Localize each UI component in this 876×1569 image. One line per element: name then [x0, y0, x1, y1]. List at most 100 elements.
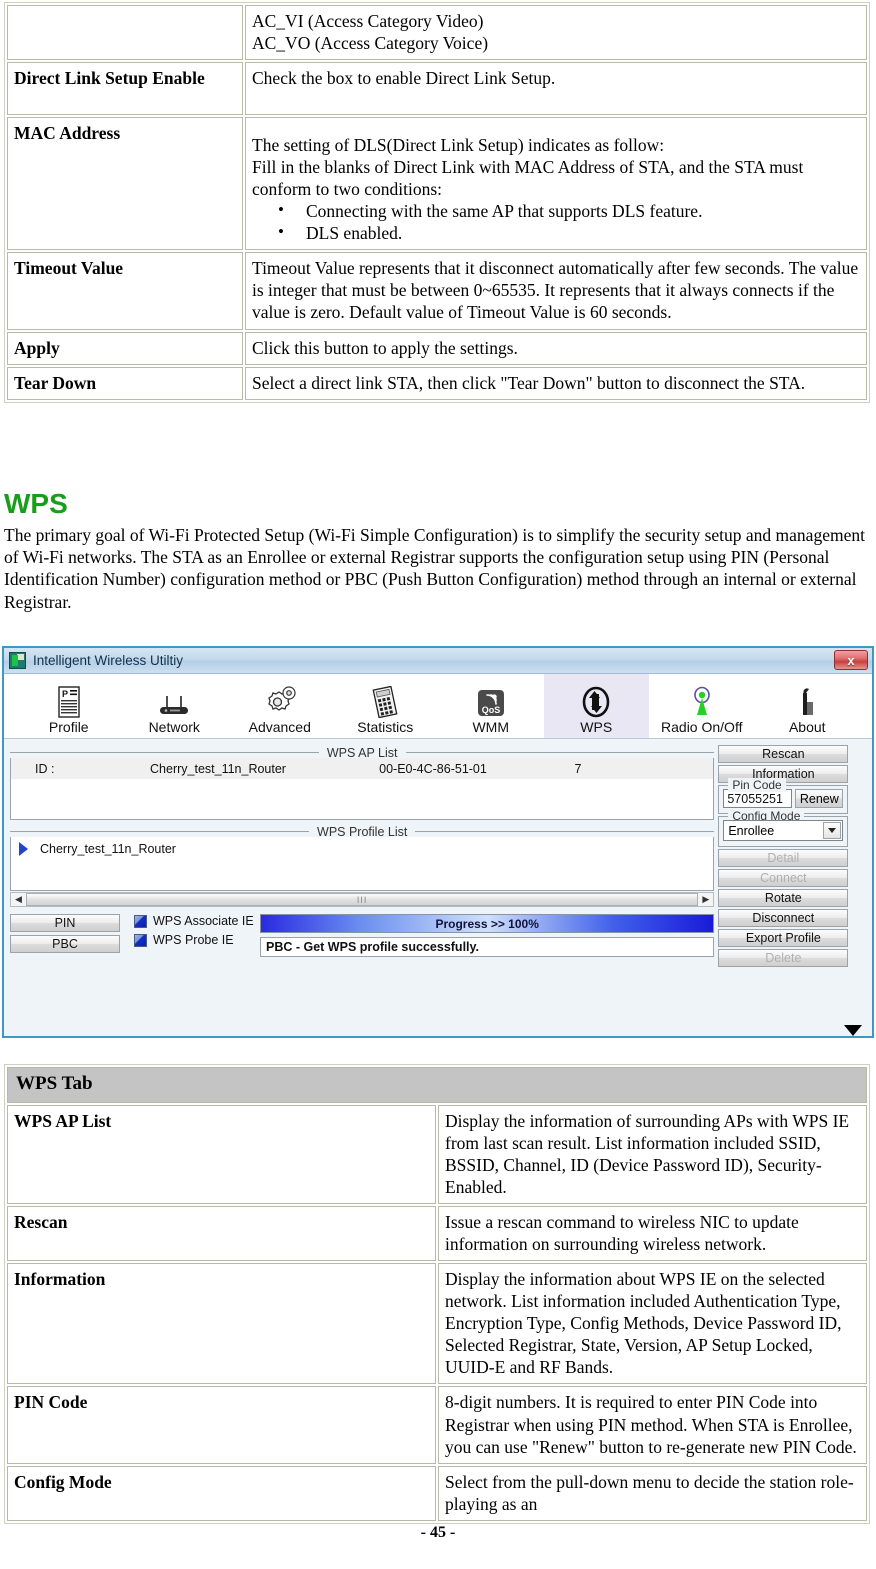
config-mode-select[interactable]: Enrollee	[723, 820, 844, 841]
pin-button-label: PIN	[54, 916, 76, 930]
tab-advanced-label: Advanced	[248, 719, 311, 735]
table-row: MAC Address The setting of DLS(Direct Li…	[7, 117, 867, 251]
pbc-button-label: PBC	[52, 937, 78, 951]
wps-row2-desc: Display the information about WPS IE on …	[438, 1263, 867, 1385]
dls-row3-key: Timeout Value	[7, 252, 243, 330]
tab-wmm-label: WMM	[472, 719, 510, 735]
wps-row0-key: WPS AP List	[7, 1104, 436, 1205]
profile-icon: P	[49, 682, 89, 718]
wps-probe-ie-row[interactable]: WPS Probe IE	[134, 933, 260, 947]
tab-wmm[interactable]: QoS WMM	[438, 673, 544, 738]
pbc-button[interactable]: PBC	[10, 935, 120, 953]
wps-ie-checkboxes: WPS Associate IE WPS Probe IE	[120, 914, 260, 957]
wps-ap-list-group: WPS AP List ID : Cherry_test_11n_Router …	[10, 746, 715, 820]
wps-heading: WPS	[4, 488, 68, 519]
scrollbar-thumb[interactable]: III	[26, 893, 699, 906]
ap-row-channel: 7	[574, 761, 582, 776]
renew-button[interactable]: Renew	[795, 789, 844, 808]
checkbox-icon[interactable]	[134, 933, 147, 947]
rotate-button[interactable]: Rotate	[718, 889, 849, 907]
svg-text:QoS: QoS	[481, 705, 500, 715]
detail-button[interactable]: Detail	[718, 849, 849, 867]
table-row[interactable]: ID : Cherry_test_11n_Router 00-E0-4C-86-…	[11, 758, 714, 779]
dls-row0-desc: AC_VI (Access Category Video) AC_VO (Acc…	[245, 5, 867, 61]
dls-table-block: AC_VI (Access Category Video) AC_VO (Acc…	[0, 2, 870, 403]
tab-network[interactable]: Network	[122, 673, 228, 738]
dls-row4-key: Apply	[7, 331, 243, 365]
disconnect-button-label: Disconnect	[752, 911, 815, 925]
wps-controls-row: PIN PBC WPS Associate IE WPS Probe IE Pr…	[10, 914, 715, 957]
wps-associate-ie-row[interactable]: WPS Associate IE	[134, 914, 260, 928]
wps-row4-key: Config Mode	[7, 1465, 436, 1521]
dls-row5-key: Tear Down	[7, 366, 243, 400]
table-row: Rescan Issue a rescan command to wireles…	[7, 1206, 867, 1262]
dls-row4-desc: Click this button to apply the settings.	[245, 331, 867, 365]
scroll-right-icon[interactable]: ▶	[698, 893, 713, 906]
wps-panel: WPS AP List ID : Cherry_test_11n_Router …	[4, 739, 872, 1036]
wps-row3-desc: 8-digit numbers. It is required to enter…	[438, 1386, 867, 1464]
ap-row-ssid: Cherry_test_11n_Router	[150, 761, 286, 776]
svg-text:P: P	[62, 689, 68, 699]
horizontal-scrollbar[interactable]: ◀ III ▶	[10, 892, 715, 907]
rescan-button-label: Rescan	[762, 747, 805, 761]
tab-wps[interactable]: WPS	[543, 673, 649, 738]
tab-profile[interactable]: P Profile	[16, 673, 122, 738]
pin-button[interactable]: PIN	[10, 914, 120, 932]
dls-row2-desc: The setting of DLS(Direct Link Setup) in…	[245, 117, 867, 251]
rescan-button[interactable]: Rescan	[718, 745, 849, 763]
delete-button-label: Delete	[765, 951, 802, 965]
qos-icon: QoS	[471, 682, 511, 718]
close-icon[interactable]: x	[834, 650, 868, 670]
radio-tower-icon	[682, 682, 722, 718]
chevron-down-icon[interactable]	[823, 822, 842, 839]
checkbox-icon[interactable]	[134, 914, 147, 928]
status-message: PBC - Get WPS profile successfully.	[260, 937, 715, 957]
wps-row2-key: Information	[7, 1263, 436, 1385]
wps-row0-desc: Display the information of surrounding A…	[438, 1104, 867, 1205]
gears-icon	[260, 682, 300, 718]
dls-row0-key	[7, 5, 243, 61]
delete-button[interactable]: Delete	[718, 949, 849, 967]
wireless-utility-window: Intelligent Wireless Utiltiy x P Profile	[2, 646, 874, 1038]
tab-advanced[interactable]: Advanced	[227, 673, 333, 738]
tab-about[interactable]: About	[755, 673, 861, 738]
wps-tab-table-block: WPS Tab WPS AP List Display the informat…	[0, 1064, 870, 1524]
table-row: WPS AP List Display the information of s…	[7, 1104, 867, 1205]
tab-radio-label: Radio On/Off	[661, 719, 743, 735]
connect-button[interactable]: Connect	[718, 869, 849, 887]
config-mode-value: Enrollee	[728, 823, 775, 838]
ap-row-bssid: 00-E0-4C-86-51-01	[379, 761, 487, 776]
main-toolbar: P Profile Network Advanced Statistics Qo…	[4, 673, 872, 739]
dls-row1-key: Direct Link Setup Enable	[7, 62, 243, 116]
tab-network-label: Network	[148, 719, 200, 735]
about-icon	[787, 682, 827, 718]
table-row: Direct Link Setup Enable Check the box t…	[7, 62, 867, 116]
tab-statistics[interactable]: Statistics	[333, 673, 439, 738]
wps-right-pane: Rescan Information Pin Code 57055251 Ren…	[718, 745, 866, 1036]
wps-row1-desc: Issue a rescan command to wireless NIC t…	[438, 1206, 867, 1262]
tab-profile-label: Profile	[48, 719, 89, 735]
table-row: AC_VI (Access Category Video) AC_VO (Acc…	[7, 5, 867, 61]
wps-profile-listbox[interactable]: Cherry_test_11n_Router	[10, 837, 715, 891]
table-row: Timeout Value Timeout Value represents t…	[7, 252, 867, 330]
list-item: DLS enabled.	[278, 221, 860, 244]
router-icon	[154, 682, 194, 718]
dls-row1-line0: Check the box to enable Direct Link Setu…	[252, 68, 556, 89]
table-row: Tear Down Select a direct link STA, then…	[7, 366, 867, 400]
wps-ap-listbox[interactable]: ID : Cherry_test_11n_Router 00-E0-4C-86-…	[10, 758, 715, 820]
wps-probe-ie-label: WPS Probe IE	[153, 933, 234, 947]
export-profile-button[interactable]: Export Profile	[718, 929, 849, 947]
scroll-left-icon[interactable]: ◀	[11, 893, 26, 906]
disconnect-button[interactable]: Disconnect	[718, 909, 849, 927]
tab-radio-on-off[interactable]: Radio On/Off	[649, 673, 755, 738]
list-item[interactable]: Cherry_test_11n_Router	[11, 837, 713, 861]
wps-intro-paragraph: The primary goal of Wi-Fi Protected Setu…	[4, 525, 865, 612]
wps-row4-desc: Select from the pull-down menu to decide…	[438, 1465, 867, 1521]
export-profile-button-label: Export Profile	[745, 931, 821, 945]
config-mode-fieldset: Config Mode Enrollee	[718, 809, 849, 847]
expand-down-icon[interactable]	[844, 1025, 862, 1036]
dls-row0-line0: AC_VI (Access Category Video)	[252, 11, 484, 31]
wps-row1-key: Rescan	[7, 1206, 436, 1262]
wps-arrows-icon	[576, 682, 616, 718]
profile-row-name: Cherry_test_11n_Router	[40, 842, 176, 856]
